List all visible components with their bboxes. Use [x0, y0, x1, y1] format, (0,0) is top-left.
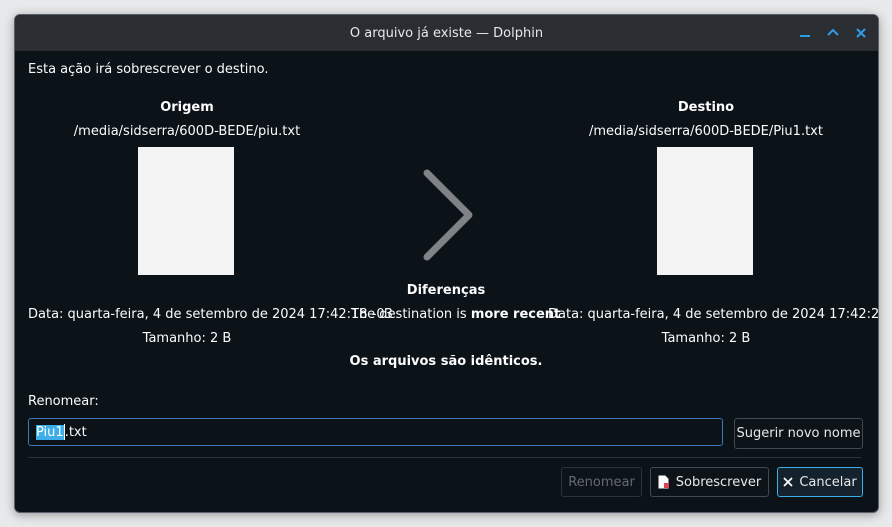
- maximize-icon[interactable]: [822, 23, 844, 43]
- destination-file-thumbnail: [657, 147, 753, 275]
- destination-size: Tamanho: 2 B: [661, 331, 751, 346]
- arrow-right-icon: [423, 169, 473, 261]
- document-overwrite-icon: [658, 475, 669, 489]
- identical-message: Os arquivos são idênticos.: [349, 354, 543, 369]
- date-difference-emphasis: more recent: [470, 307, 561, 322]
- source-date: Data: quarta-feira, 4 de setembro de 202…: [28, 307, 393, 322]
- source-file-thumbnail: [138, 147, 234, 275]
- separator: [28, 457, 861, 458]
- destination-heading: Destino: [677, 100, 735, 115]
- differences-heading: Diferenças: [406, 283, 486, 298]
- cancel-button[interactable]: Cancelar: [777, 467, 863, 497]
- source-size: Tamanho: 2 B: [142, 331, 232, 346]
- overwrite-button[interactable]: Sobrescrever: [650, 467, 769, 497]
- rename-input[interactable]: Piu1 .txt: [28, 418, 723, 446]
- source-heading: Origem: [160, 100, 214, 115]
- rename-input-extension: .txt: [64, 424, 87, 440]
- minimize-icon[interactable]: [794, 23, 816, 43]
- cancel-x-icon: [783, 477, 793, 487]
- date-difference-prefix: The destination is: [351, 307, 471, 322]
- cancel-button-label: Cancelar: [799, 474, 857, 490]
- date-difference: The destination is more recent: [351, 307, 560, 322]
- overwrite-button-label: Sobrescrever: [675, 474, 762, 490]
- rename-button-label: Renomear: [568, 474, 635, 490]
- info-message: Esta ação irá sobrescrever o destino.: [28, 62, 269, 77]
- titlebar: O arquivo já existe — Dolphin: [15, 15, 878, 51]
- rename-input-selection: Piu1: [36, 424, 64, 440]
- dialog-window: O arquivo já existe — Dolphin Esta ação …: [14, 14, 879, 513]
- destination-date: Data: quarta-feira, 4 de setembro de 202…: [548, 307, 879, 322]
- suggest-name-button-label: Sugerir novo nome: [736, 426, 861, 441]
- rename-label: Renomear:: [28, 394, 99, 409]
- rename-button[interactable]: Renomear: [561, 467, 642, 497]
- source-path: /media/sidserra/600D-BEDE/piu.txt: [73, 124, 301, 139]
- close-icon[interactable]: [850, 23, 872, 43]
- window-controls: [794, 23, 872, 43]
- window-title: O arquivo já existe — Dolphin: [349, 25, 544, 41]
- destination-path: /media/sidserra/600D-BEDE/Piu1.txt: [589, 124, 823, 139]
- suggest-name-button[interactable]: Sugerir novo nome: [734, 418, 863, 449]
